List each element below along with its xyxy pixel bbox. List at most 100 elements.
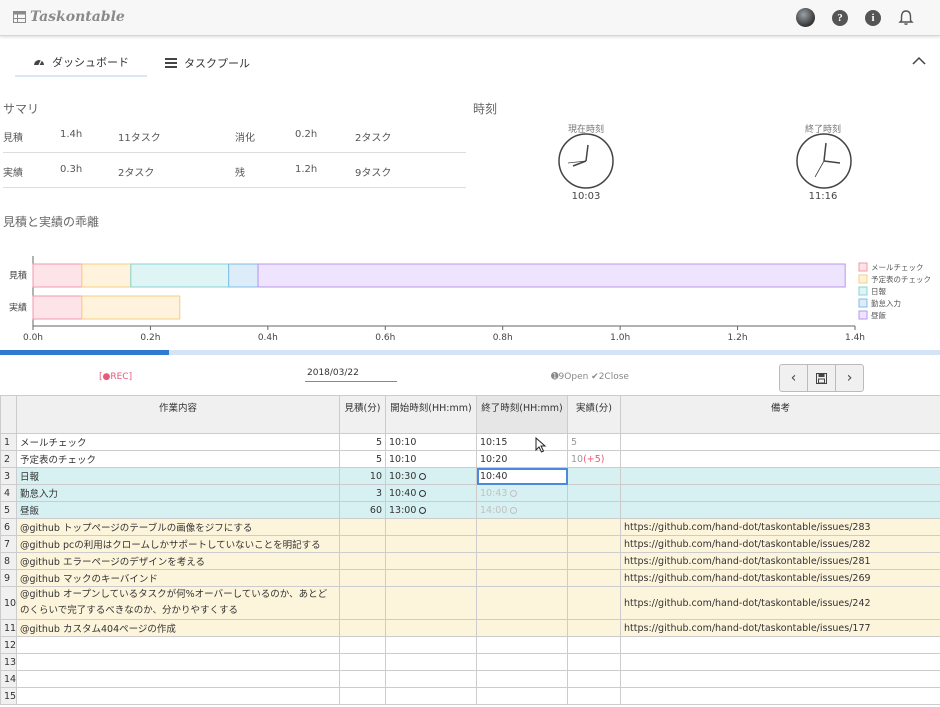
cell-actual[interactable] xyxy=(567,484,621,502)
cell-end[interactable]: 14:00 xyxy=(476,501,568,519)
row-number[interactable]: 8 xyxy=(0,552,17,570)
table-row[interactable]: 6 @github トップページのテーブルの画像をジフにする https://git… xyxy=(0,518,940,536)
cell-actual[interactable] xyxy=(567,670,621,688)
cell-note[interactable]: https://github.com/hand-dot/taskontable/… xyxy=(620,518,940,536)
cell-actual[interactable] xyxy=(567,535,621,553)
cell-title[interactable]: @github オープンしているタスクが何%オーバーしているのか、あとどのくらい… xyxy=(16,586,340,620)
cell-estimate[interactable] xyxy=(339,586,386,620)
header-actual[interactable]: 実績(分) xyxy=(567,395,621,434)
cell-note[interactable] xyxy=(620,433,940,451)
cell-end[interactable] xyxy=(476,518,568,536)
cell-estimate[interactable] xyxy=(339,636,386,654)
header-note[interactable]: 備考 xyxy=(620,395,940,434)
tab-dashboard[interactable]: ダッシュボード xyxy=(15,48,147,77)
cell-note[interactable] xyxy=(620,670,940,688)
save-button[interactable] xyxy=(807,364,836,392)
cell-end[interactable] xyxy=(476,670,568,688)
row-number[interactable]: 1 xyxy=(0,433,17,451)
user-avatar[interactable] xyxy=(796,8,815,27)
cell-end[interactable] xyxy=(476,535,568,553)
cell-actual[interactable] xyxy=(567,619,621,637)
cell-start[interactable] xyxy=(385,636,477,654)
row-number[interactable]: 9 xyxy=(0,569,17,587)
table-row[interactable]: 2 予定表のチェック 5 10:10 10:20 10(+5) xyxy=(0,450,940,468)
cell-note[interactable] xyxy=(620,636,940,654)
cell-estimate[interactable] xyxy=(339,569,386,587)
cell-title[interactable]: @github エラーページのデザインを考える xyxy=(16,552,340,570)
cell-title[interactable] xyxy=(16,636,340,654)
row-number[interactable]: 5 xyxy=(0,501,17,519)
cell-estimate[interactable] xyxy=(339,535,386,553)
cell-end[interactable]: 10:15 xyxy=(476,433,568,451)
header-title[interactable]: 作業内容 xyxy=(16,395,340,434)
cell-end[interactable] xyxy=(476,653,568,671)
row-number[interactable]: 11 xyxy=(0,619,17,637)
cell-title[interactable] xyxy=(16,670,340,688)
cell-start[interactable]: 13:00 xyxy=(385,501,477,519)
cell-estimate[interactable]: 3 xyxy=(339,484,386,502)
cell-start[interactable]: 10:10 xyxy=(385,450,477,468)
cell-end[interactable] xyxy=(476,569,568,587)
cell-estimate[interactable] xyxy=(339,619,386,637)
cell-title[interactable]: メールチェック xyxy=(16,433,340,451)
cell-end[interactable] xyxy=(476,636,568,654)
table-row[interactable]: 14 xyxy=(0,670,940,688)
cell-note[interactable] xyxy=(620,450,940,468)
table-row[interactable]: 4 勤怠入力 3 10:40 10:43 xyxy=(0,484,940,502)
cell-title[interactable]: @github pcの利用はクロームしかサポートしていないことを明記する xyxy=(16,535,340,553)
cell-note[interactable] xyxy=(620,653,940,671)
table-row[interactable]: 15 xyxy=(0,687,940,705)
cell-start[interactable] xyxy=(385,687,477,705)
cell-end[interactable] xyxy=(476,552,568,570)
cell-note[interactable]: https://github.com/hand-dot/taskontable/… xyxy=(620,586,940,620)
cell-end[interactable]: 10:43 xyxy=(476,484,568,502)
cell-title[interactable]: 昼飯 xyxy=(16,501,340,519)
cell-start[interactable] xyxy=(385,619,477,637)
cell-actual[interactable] xyxy=(567,552,621,570)
cell-note[interactable]: https://github.com/hand-dot/taskontable/… xyxy=(620,619,940,637)
corner-cell[interactable] xyxy=(0,395,17,434)
cell-note[interactable]: https://github.com/hand-dot/taskontable/… xyxy=(620,535,940,553)
date-input[interactable] xyxy=(305,364,397,382)
cell-estimate[interactable] xyxy=(339,518,386,536)
row-number[interactable]: 2 xyxy=(0,450,17,468)
table-row[interactable]: 3 日報 10 10:30 10:40 xyxy=(0,467,940,485)
cell-note[interactable]: https://github.com/hand-dot/taskontable/… xyxy=(620,552,940,570)
cell-start[interactable] xyxy=(385,535,477,553)
cell-title[interactable] xyxy=(16,653,340,671)
tab-taskpool[interactable]: タスクプール xyxy=(147,48,268,77)
cell-estimate[interactable] xyxy=(339,653,386,671)
cell-actual[interactable] xyxy=(567,518,621,536)
cell-actual[interactable]: 10(+5) xyxy=(567,450,621,468)
cell-actual[interactable] xyxy=(567,636,621,654)
cell-start[interactable] xyxy=(385,586,477,620)
row-number[interactable]: 13 xyxy=(0,653,17,671)
cell-start[interactable]: 10:10 xyxy=(385,433,477,451)
cell-estimate[interactable]: 5 xyxy=(339,450,386,468)
cell-title[interactable]: @github マックのキーバインド xyxy=(16,569,340,587)
cell-end[interactable] xyxy=(476,619,568,637)
cell-estimate[interactable]: 10 xyxy=(339,467,386,485)
table-row[interactable]: 8 @github エラーページのデザインを考える https://github.c… xyxy=(0,552,940,570)
cell-actual[interactable]: 5 xyxy=(567,433,621,451)
cell-actual[interactable] xyxy=(567,569,621,587)
cell-estimate[interactable]: 5 xyxy=(339,433,386,451)
row-number[interactable]: 10 xyxy=(0,586,17,620)
cell-title[interactable]: @github トップページのテーブルの画像をジフにする xyxy=(16,518,340,536)
cell-note[interactable]: https://github.com/hand-dot/taskontable/… xyxy=(620,569,940,587)
cell-note[interactable] xyxy=(620,687,940,705)
cell-note[interactable] xyxy=(620,467,940,485)
cell-title[interactable]: 予定表のチェック xyxy=(16,450,340,468)
table-row[interactable]: 5 昼飯 60 13:00 14:00 xyxy=(0,501,940,519)
cell-title[interactable]: @github カスタム404ページの作成 xyxy=(16,619,340,637)
cell-start[interactable] xyxy=(385,670,477,688)
header-end[interactable]: 終了時刻(HH:mm) xyxy=(476,395,568,434)
cell-start[interactable] xyxy=(385,552,477,570)
cell-actual[interactable] xyxy=(567,586,621,620)
info-icon[interactable]: i xyxy=(865,9,881,26)
cell-end[interactable] xyxy=(476,586,568,620)
row-number[interactable]: 15 xyxy=(0,687,17,705)
cell-estimate[interactable]: 60 xyxy=(339,501,386,519)
prev-day-button[interactable]: ‹ xyxy=(779,364,808,392)
cell-estimate[interactable] xyxy=(339,552,386,570)
